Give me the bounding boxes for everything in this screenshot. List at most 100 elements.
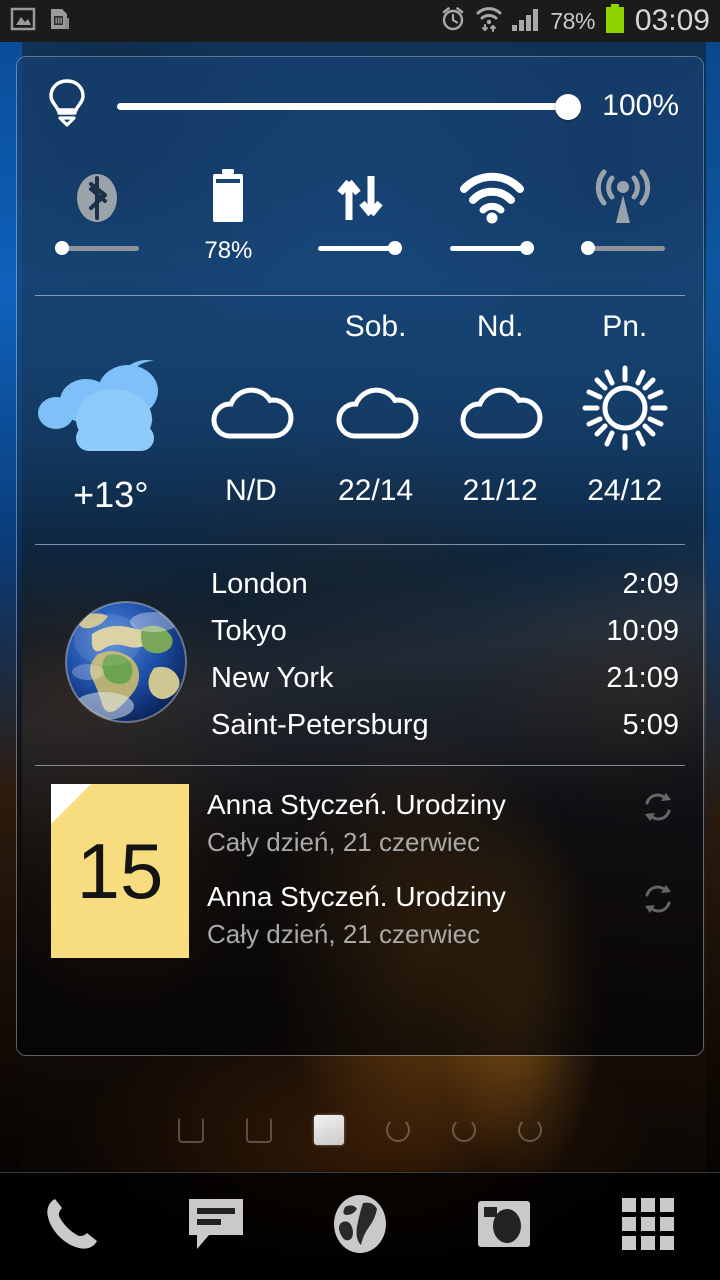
quick-settings-widget-panel[interactable]: 100% 78% +13° N/D Sob. 22/14 Nd. 21/12 P… bbox=[16, 56, 704, 1056]
repeat-icon bbox=[641, 882, 675, 921]
battery-level-icon bbox=[604, 3, 626, 39]
status-bar[interactable]: 78% 03:09 bbox=[0, 0, 720, 42]
clock-city: Tokyo bbox=[211, 615, 287, 647]
event-title: Anna Styczeń. Urodziny bbox=[207, 789, 506, 820]
weather-forecast-day: Nd. bbox=[476, 310, 524, 343]
calendar-day-number: 15 bbox=[76, 827, 164, 915]
weather-forecast-temp: 22/14 bbox=[338, 474, 414, 507]
toggle-wifi[interactable] bbox=[426, 155, 558, 295]
quick-toggle-row[interactable]: 78% bbox=[17, 155, 703, 295]
calendar-note: 15 bbox=[51, 784, 189, 958]
event-detail: Cały dzień, 21 czerwiec bbox=[207, 919, 481, 949]
dock-item-phone[interactable] bbox=[0, 1193, 144, 1260]
page-dot-1[interactable] bbox=[178, 1117, 204, 1143]
page-dot-5[interactable] bbox=[452, 1118, 476, 1142]
clock-time: 10:09 bbox=[606, 615, 679, 647]
page-dot-4[interactable] bbox=[386, 1118, 410, 1142]
toggle-bluetooth[interactable] bbox=[31, 155, 163, 295]
clock-row[interactable]: Tokyo 10:09 bbox=[211, 615, 679, 662]
gallery-image-icon bbox=[10, 6, 36, 37]
clock-time: 21:09 bbox=[606, 662, 679, 694]
camera-icon bbox=[471, 1193, 537, 1260]
weather-forecast-day: Pn. bbox=[602, 310, 648, 343]
weather-forecast-temp: 24/12 bbox=[587, 474, 663, 507]
data-sync-toggle-slider[interactable] bbox=[317, 241, 402, 255]
toggle-knob[interactable] bbox=[581, 241, 596, 255]
clock-row[interactable]: London 2:09 bbox=[211, 568, 679, 615]
weather-current[interactable]: +13° bbox=[33, 306, 189, 544]
page-dot-3-active[interactable] bbox=[314, 1115, 344, 1145]
weather-forecast-temp: N/D bbox=[225, 474, 277, 507]
wifi-icon bbox=[459, 167, 525, 229]
earth-globe-icon bbox=[41, 594, 211, 730]
weather-forecast-3[interactable]: Pn. 24/12 bbox=[562, 306, 687, 544]
dock-item-camera[interactable] bbox=[432, 1193, 576, 1260]
dock-item-browser[interactable] bbox=[288, 1193, 432, 1260]
wifi-toggle-slider[interactable] bbox=[449, 241, 534, 255]
apps-grid-icon bbox=[617, 1193, 679, 1260]
clock-row[interactable]: New York 21:09 bbox=[211, 662, 679, 709]
home-page-indicator[interactable] bbox=[0, 1108, 720, 1152]
calendar-widget[interactable]: 15 Anna Styczeń. Urodziny Cały dzień, 21… bbox=[17, 766, 703, 978]
battery-icon bbox=[205, 167, 251, 229]
weather-widget[interactable]: +13° N/D Sob. 22/14 Nd. 21/12 Pn. 24/12 bbox=[17, 296, 703, 544]
calendar-event-list: Anna Styczeń. Urodziny Cały dzień, 21 cz… bbox=[207, 780, 681, 970]
message-bubble-icon bbox=[183, 1193, 249, 1260]
cloud-icon bbox=[203, 348, 299, 468]
toggle-knob[interactable] bbox=[387, 241, 402, 255]
clock-city: London bbox=[211, 568, 308, 600]
brightness-slider[interactable] bbox=[117, 92, 581, 120]
brightness-knob[interactable] bbox=[555, 94, 581, 120]
weather-forecast-day: Sob. bbox=[344, 310, 407, 343]
bluetooth-toggle-slider[interactable] bbox=[54, 241, 139, 255]
brightness-row[interactable]: 100% bbox=[17, 57, 703, 155]
calendar-event[interactable]: Anna Styczeń. Urodziny Cały dzień, 21 cz… bbox=[207, 878, 681, 952]
dock-bar[interactable] bbox=[0, 1172, 720, 1280]
weather-forecast-1[interactable]: Sob. 22/14 bbox=[313, 306, 438, 544]
alarm-clock-icon bbox=[439, 5, 467, 38]
clock-time: 5:09 bbox=[622, 709, 679, 741]
wifi-data-transfer-icon bbox=[476, 5, 502, 38]
hotspot-toggle-slider[interactable] bbox=[581, 241, 666, 255]
world-clock-widget[interactable]: London 2:09 Tokyo 10:09 New York 21:09 S… bbox=[17, 545, 703, 765]
cloudy-night-icon bbox=[36, 348, 186, 468]
repeat-icon bbox=[641, 790, 675, 829]
brightness-value: 100% bbox=[602, 89, 679, 122]
cellular-signal-icon bbox=[511, 6, 541, 37]
status-bar-clock: 03:09 bbox=[634, 4, 710, 37]
cell-tower-icon bbox=[591, 167, 655, 229]
weather-current-temp: +13° bbox=[73, 474, 149, 515]
calendar-note-icon[interactable]: 15 bbox=[51, 780, 207, 958]
sun-icon bbox=[577, 348, 673, 468]
brightness-track bbox=[117, 103, 579, 110]
battery-percent-label: 78% bbox=[204, 237, 253, 264]
page-dot-2[interactable] bbox=[246, 1117, 272, 1143]
phone-icon bbox=[41, 1193, 103, 1260]
toggle-hotspot[interactable] bbox=[557, 155, 689, 295]
toggle-battery[interactable]: 78% bbox=[163, 155, 295, 295]
status-battery-percent: 78% bbox=[550, 7, 595, 34]
globe-browser-icon bbox=[329, 1193, 391, 1260]
dock-item-app-drawer[interactable] bbox=[576, 1193, 720, 1260]
weather-forecast-2[interactable]: Nd. 21/12 bbox=[438, 306, 563, 544]
dock-item-messages[interactable] bbox=[144, 1193, 288, 1260]
toggle-knob[interactable] bbox=[519, 241, 534, 255]
weather-forecast-0[interactable]: N/D bbox=[189, 306, 314, 544]
calendar-event[interactable]: Anna Styczeń. Urodziny Cały dzień, 21 cz… bbox=[207, 786, 681, 860]
bluetooth-icon bbox=[69, 167, 125, 229]
toggle-knob[interactable] bbox=[54, 241, 69, 255]
weather-forecast-temp: 21/12 bbox=[462, 474, 538, 507]
event-detail: Cały dzień, 21 czerwiec bbox=[207, 827, 481, 857]
toggle-data-sync[interactable] bbox=[294, 155, 426, 295]
sd-card-icon bbox=[46, 6, 72, 37]
clock-time: 2:09 bbox=[622, 568, 679, 600]
clock-city: New York bbox=[211, 662, 334, 694]
light-bulb-icon bbox=[45, 77, 89, 136]
clock-city: Saint-Petersburg bbox=[211, 709, 429, 741]
cloud-icon bbox=[328, 348, 424, 468]
page-dot-6[interactable] bbox=[518, 1118, 542, 1142]
clock-row[interactable]: Saint-Petersburg 5:09 bbox=[211, 709, 679, 756]
status-bar-left-icons bbox=[0, 6, 72, 37]
status-bar-right-icons: 78% 03:09 bbox=[439, 3, 720, 39]
event-title: Anna Styczeń. Urodziny bbox=[207, 881, 506, 912]
